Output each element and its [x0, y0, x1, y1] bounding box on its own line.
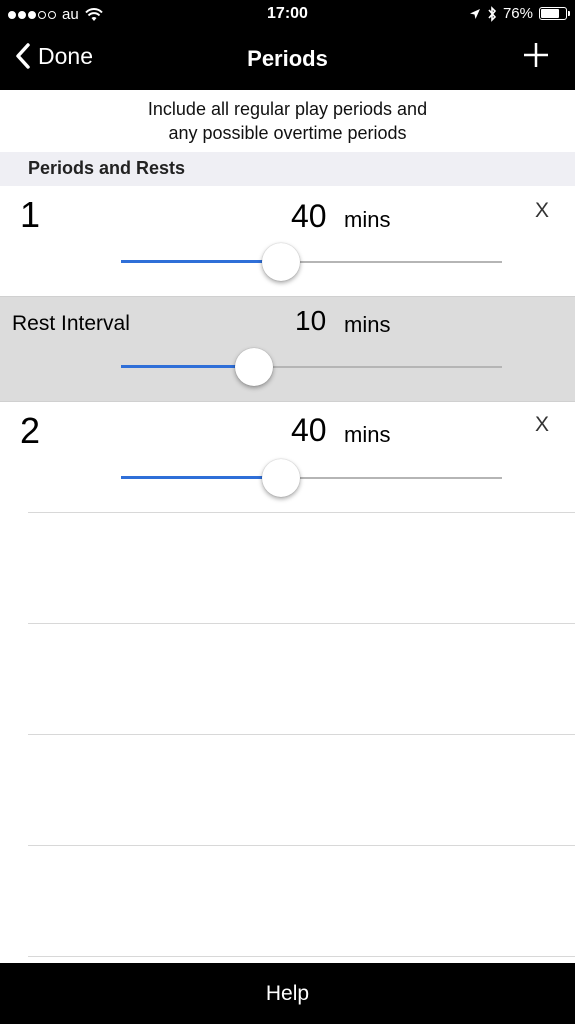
- page-title: Periods: [247, 46, 328, 71]
- slider-thumb[interactable]: [235, 348, 274, 386]
- row-separator: [28, 956, 575, 957]
- help-button[interactable]: Help: [0, 963, 575, 1024]
- delete-period-button[interactable]: X: [535, 199, 549, 223]
- battery-icon: [539, 7, 570, 20]
- period-row-2: 2 40 mins X: [0, 402, 575, 512]
- period-number: 1: [20, 194, 41, 235]
- info-text: Include all regular play periods and any…: [0, 90, 575, 152]
- row-separator: [28, 512, 575, 513]
- slider-thumb[interactable]: [262, 459, 301, 497]
- info-line-1: Include all regular play periods and: [147, 99, 428, 119]
- status-bar: au 17:00 76%: [0, 0, 575, 30]
- period-duration-slider[interactable]: [121, 242, 502, 282]
- period-row-1: 1 40 mins X: [0, 186, 575, 296]
- period-number: 2: [20, 410, 41, 451]
- period-duration-value: 40: [291, 198, 327, 234]
- slider-fill: [121, 476, 282, 479]
- slider-thumb[interactable]: [262, 243, 301, 281]
- navigation-bar: Done Periods: [0, 30, 575, 90]
- status-right: 76%: [469, 5, 570, 22]
- period-duration-slider[interactable]: [121, 458, 502, 498]
- rest-interval-label: Rest Interval: [12, 312, 130, 335]
- section-header: Periods and Rests: [0, 152, 575, 186]
- period-duration-unit: mins: [344, 207, 391, 232]
- slider-fill: [121, 365, 255, 368]
- period-duration-unit: mins: [344, 422, 391, 447]
- delete-period-button[interactable]: X: [535, 413, 549, 437]
- rest-interval-row: Rest Interval 10 mins: [0, 297, 575, 401]
- rest-duration-slider[interactable]: [121, 347, 502, 387]
- rest-duration-unit: mins: [344, 312, 391, 337]
- row-separator: [28, 623, 575, 624]
- rest-duration-value: 10: [295, 305, 327, 336]
- plus-icon[interactable]: [521, 40, 551, 70]
- battery-percent: 76%: [502, 5, 533, 22]
- bluetooth-icon: [488, 5, 497, 22]
- period-duration-value: 40: [291, 412, 327, 448]
- info-line-2: any possible overtime periods: [168, 123, 407, 143]
- row-separator: [28, 734, 575, 735]
- location-arrow-icon: [469, 8, 480, 19]
- row-separator: [28, 845, 575, 846]
- slider-fill: [121, 260, 282, 263]
